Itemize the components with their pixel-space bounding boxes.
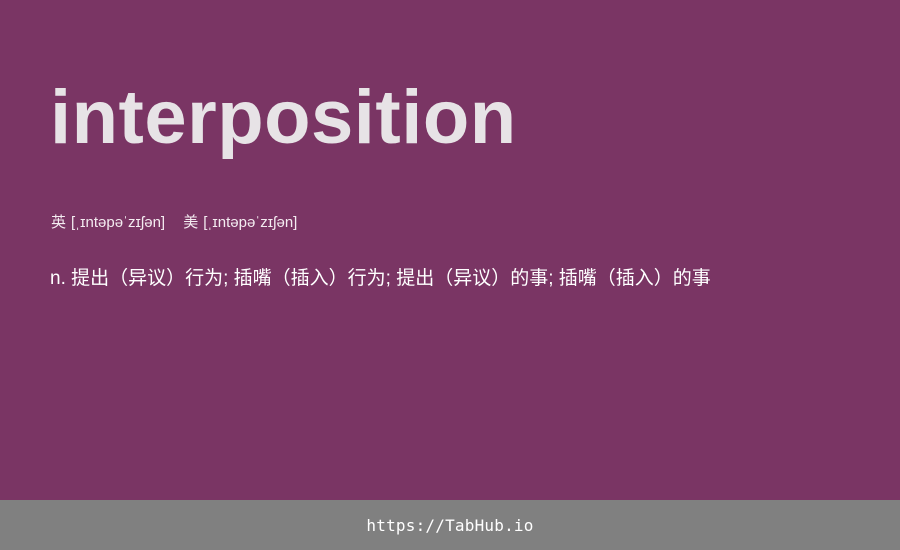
headword: interposition <box>50 75 517 160</box>
phonetics: 英 [ˌɪntəpəˈzɪʃən] 美 [ˌɪntəpəˈzɪʃən] <box>51 213 297 233</box>
us-pronunciation: 美 [ˌɪntəpəˈzɪʃən] <box>183 213 297 233</box>
us-pronunciation-label: 美 <box>183 214 199 231</box>
definition: n. 提出（异议）行为; 插嘴（插入）行为; 提出（异议）的事; 插嘴（插入）的… <box>50 268 711 289</box>
uk-pronunciation-label: 英 <box>51 214 67 231</box>
uk-phonetic-transcription: [ˌɪntəpəˈzɪʃən] <box>71 214 166 231</box>
uk-pronunciation: 英 [ˌɪntəpəˈzɪʃən] <box>51 213 165 233</box>
tabhub-link[interactable]: https://TabHub.io <box>366 516 533 535</box>
word-card: interposition 英 [ˌɪntəpəˈzɪʃən] 美 [ˌɪntəpə… <box>0 0 900 500</box>
footer-bar: https://TabHub.io <box>0 500 900 550</box>
us-phonetic-transcription: [ˌɪntəpəˈzɪʃən] <box>203 214 298 231</box>
